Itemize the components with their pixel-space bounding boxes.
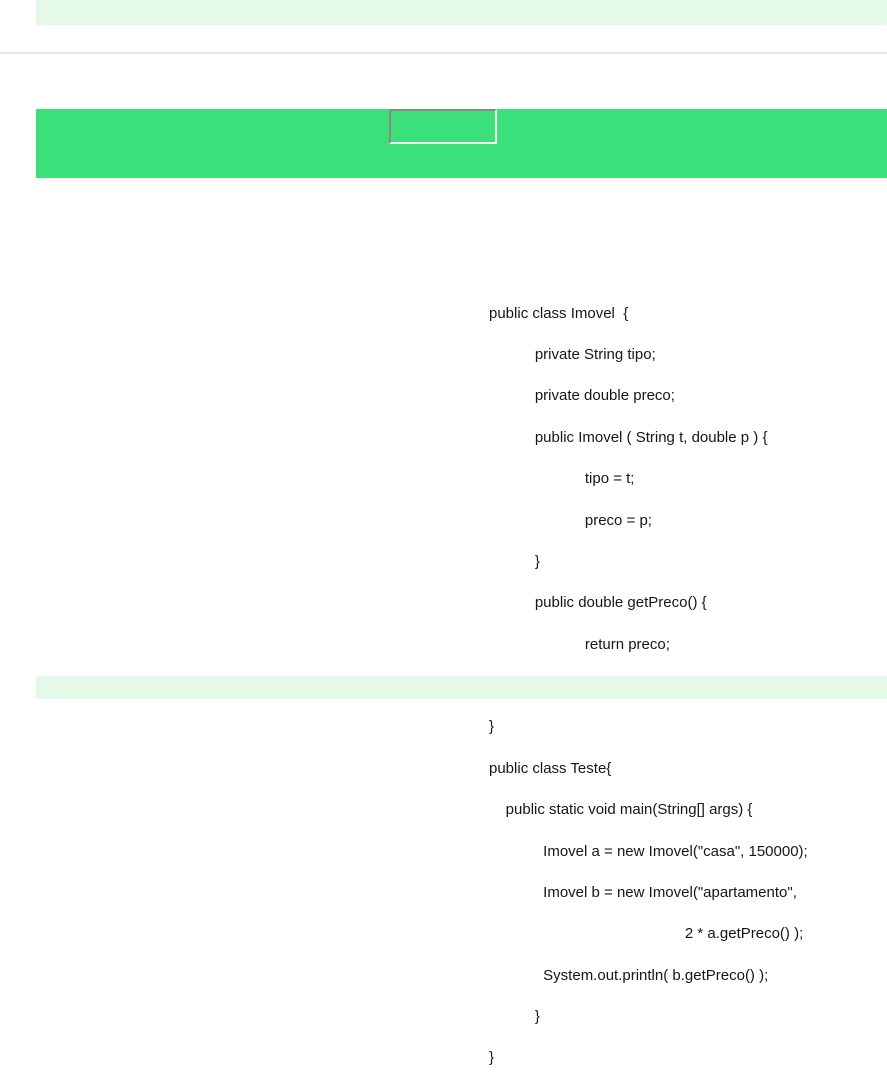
- code-line: public double getPreco() {: [489, 593, 849, 614]
- code-line: private String tipo;: [489, 345, 849, 366]
- code-line: return preco;: [489, 635, 849, 656]
- code-line: public class Teste{: [489, 759, 849, 780]
- bottom-pale-band: [36, 676, 887, 699]
- answer-input-box[interactable]: [389, 109, 497, 144]
- code-line: }: [489, 717, 849, 738]
- code-line: }: [489, 552, 849, 573]
- code-line: tipo = t;: [489, 469, 849, 490]
- code-line: public Imovel ( String t, double p ) {: [489, 428, 849, 449]
- code-line: preco = p;: [489, 511, 849, 532]
- code-line: 2 * a.getPreco() );: [489, 924, 849, 945]
- code-line: private double preco;: [489, 386, 849, 407]
- code-line: Imovel b = new Imovel("apartamento",: [489, 883, 849, 904]
- divider-rule: [0, 52, 887, 54]
- top-pale-band: [36, 0, 887, 25]
- code-line: public class Imovel {: [489, 304, 849, 325]
- code-line: }: [489, 1007, 849, 1028]
- code-line: }: [489, 1048, 849, 1069]
- code-line: Imovel a = new Imovel("casa", 150000);: [489, 842, 849, 863]
- code-line: System.out.println( b.getPreco() );: [489, 966, 849, 987]
- answer-band: [36, 109, 887, 178]
- code-line: public static void main(String[] args) {: [489, 800, 849, 821]
